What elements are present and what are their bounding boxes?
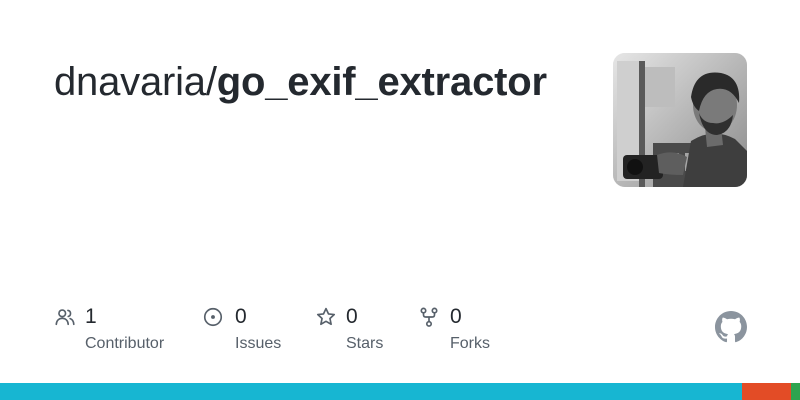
stars-count: 0	[346, 305, 358, 328]
owner-avatar[interactable]	[613, 53, 747, 187]
issues-label: Issues	[235, 335, 282, 352]
repo-social-card: dnavaria/go_exif_extractor 1 Contributor…	[0, 0, 800, 400]
repo-separator: /	[205, 60, 217, 104]
language-bar	[0, 383, 800, 400]
fork-icon	[420, 307, 438, 327]
language-segment	[0, 383, 743, 400]
stars-label: Stars	[346, 335, 384, 352]
github-icon[interactable]	[715, 311, 747, 343]
issues-count: 0	[235, 305, 247, 328]
language-segment	[742, 383, 792, 400]
avatar-photo	[613, 53, 747, 187]
repo-owner[interactable]: dnavaria	[54, 60, 206, 104]
repo-name[interactable]: go_exif_extractor	[217, 60, 547, 104]
star-icon	[316, 307, 336, 326]
contributors-icon	[55, 309, 75, 326]
contributors-label: Contributor	[85, 335, 165, 352]
contributors-count: 1	[85, 305, 97, 328]
issues-icon	[203, 307, 223, 327]
forks-label: Forks	[450, 335, 490, 352]
forks-count: 0	[450, 305, 462, 328]
repo-title[interactable]: dnavaria/go_exif_extractor	[54, 58, 594, 106]
language-segment	[791, 383, 800, 400]
